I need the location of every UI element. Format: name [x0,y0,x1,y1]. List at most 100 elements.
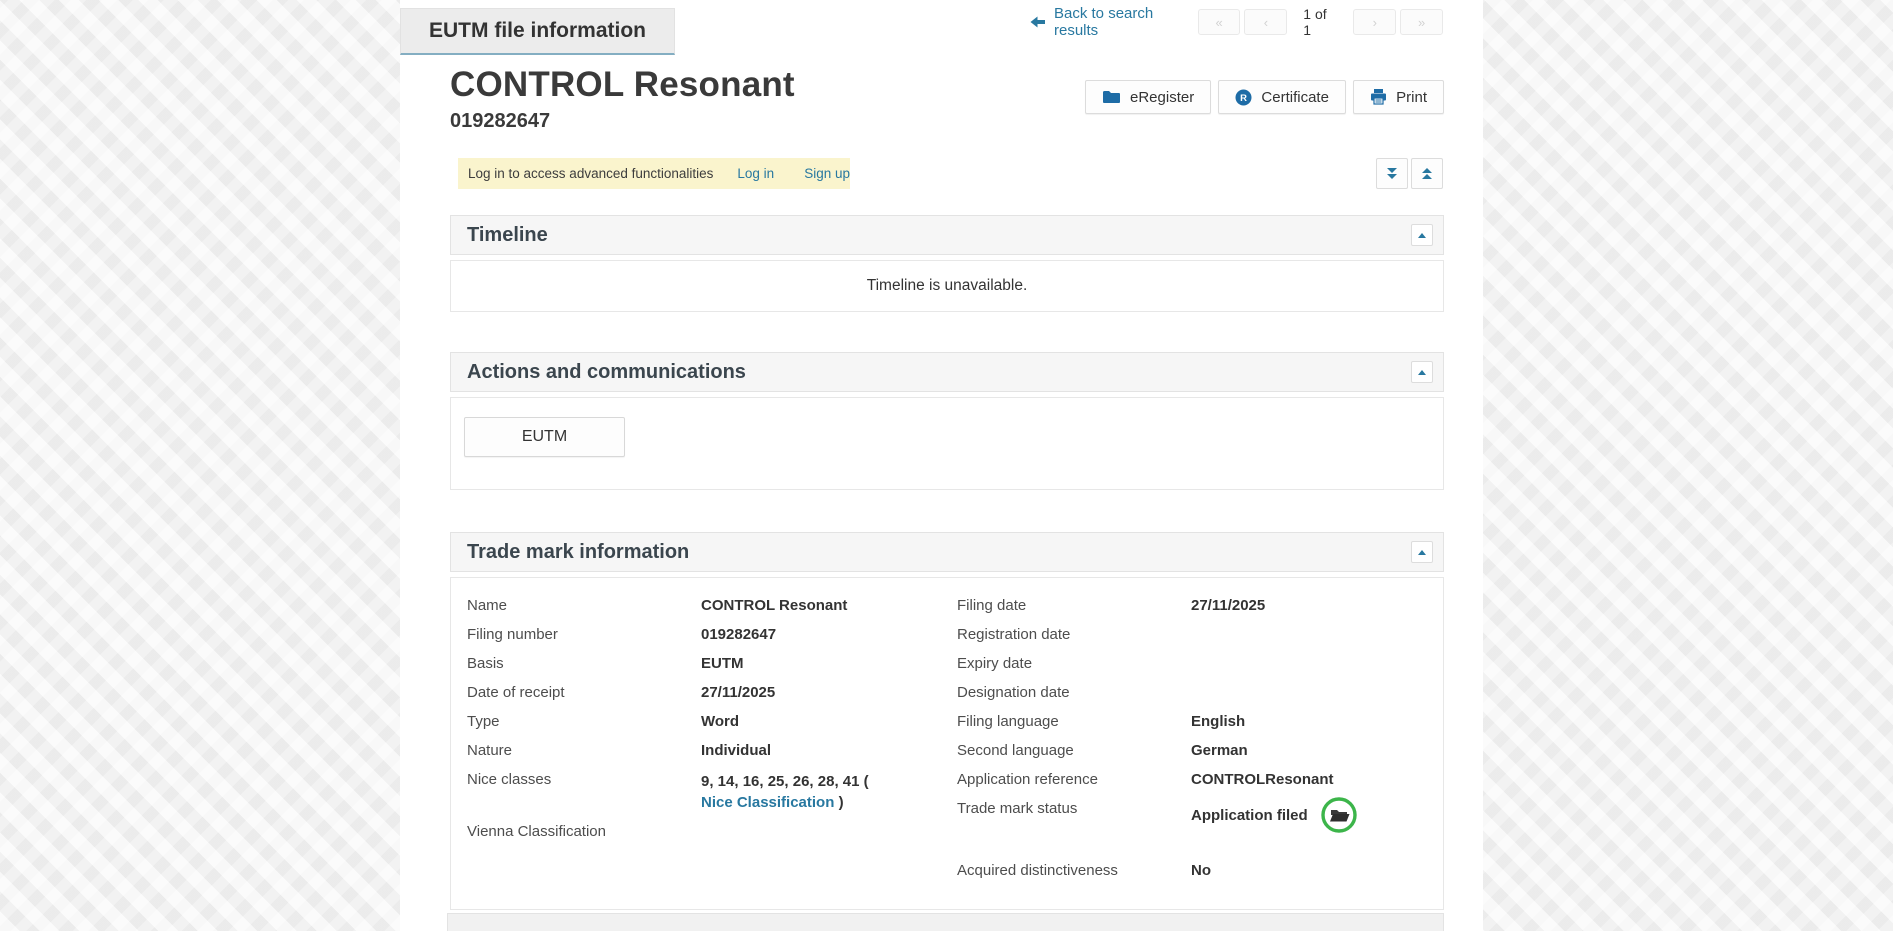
expand-collapse-controls [1376,158,1443,189]
field-row-type: Type Word [467,711,927,740]
field-label: Nature [467,740,701,759]
back-to-search-results-link[interactable]: Back to search results [1030,5,1198,39]
field-value: English [1191,711,1245,730]
field-row-name: Name CONTROL Resonant [467,595,927,624]
trademark-info-section-body: Name CONTROL Resonant Filing number 0192… [450,577,1444,910]
certificate-button[interactable]: R Certificate [1218,80,1346,114]
field-label: Second language [957,740,1191,759]
field-row-trademark-status: Trade mark status Application filed [957,798,1427,846]
field-value: 9, 14, 16, 25, 26, 28, 41 ( Nice Classif… [701,769,881,813]
field-value: CONTROLResonant [1191,769,1334,788]
trademark-title-block: CONTROL Resonant 019282647 [450,64,795,134]
field-value: 27/11/2025 [1191,595,1265,614]
timeline-section-header: Timeline [450,215,1444,255]
svg-text:R: R [1240,93,1247,104]
field-value: Word [701,711,739,730]
pager-page-label: 1 of 1 [1303,6,1337,38]
trademark-info-left-column: Name CONTROL Resonant Filing number 0192… [467,595,927,850]
pager-first-button[interactable]: « [1198,9,1241,35]
field-value: Application filed [1191,796,1358,834]
field-row-basis: Basis EUTM [467,653,927,682]
field-label: Name [467,595,701,614]
field-label: Registration date [957,624,1191,643]
field-label: Nice classes [467,769,701,788]
field-row-filing-language: Filing language English [957,711,1427,740]
pager-next-icon: › [1373,15,1377,30]
field-label: Acquired distinctiveness [957,860,1191,879]
field-row-second-language: Second language German [957,740,1427,769]
timeline-section-body: Timeline is unavailable. [450,260,1444,312]
filing-number-heading: 019282647 [450,108,795,134]
eregister-button[interactable]: eRegister [1085,80,1211,114]
field-row-designation-date: Designation date [957,682,1427,711]
nice-classification-link[interactable]: Nice Classification [701,794,834,811]
field-label: Date of receipt [467,682,701,701]
back-arrow-icon [1030,16,1045,28]
pager-prev-button[interactable]: ‹ [1244,9,1287,35]
timeline-collapse-button[interactable] [1411,224,1433,246]
back-link-label: Back to search results [1054,5,1198,39]
eregister-button-label: eRegister [1130,89,1194,106]
chevron-up-icon [1418,370,1426,375]
field-label: Expiry date [957,653,1191,672]
double-chevron-down-icon [1385,167,1399,181]
folder-icon [1102,90,1121,104]
login-link[interactable]: Log in [737,166,774,181]
trademark-status-text: Application filed [1191,807,1308,824]
field-label: Type [467,711,701,730]
trademark-info-section-title: Trade mark information [467,541,1411,564]
pager-last-icon: » [1418,15,1425,30]
field-row-date-of-receipt: Date of receipt 27/11/2025 [467,682,927,711]
expand-all-button[interactable] [1376,158,1408,189]
actions-section-header: Actions and communications [450,352,1444,392]
nice-classes-suffix: ) [839,794,844,811]
field-value: German [1191,740,1248,759]
field-row-nature: Nature Individual [467,740,927,769]
trademark-info-section: Trade mark information Name CONTROL Reso… [450,532,1444,910]
login-banner: Log in to access advanced functionalitie… [458,158,850,189]
trademark-info-right-column: Filing date 27/11/2025 Registration date… [957,595,1427,889]
registered-mark-icon: R [1235,89,1252,106]
actions-section-body: EUTM [450,397,1444,490]
collapse-all-button[interactable] [1411,158,1443,189]
chevron-up-icon [1418,550,1426,555]
field-label: Designation date [957,682,1191,701]
actions-collapse-button[interactable] [1411,361,1433,383]
print-button[interactable]: Print [1353,80,1444,114]
field-row-filing-date: Filing date 27/11/2025 [957,595,1427,624]
field-row-nice-classes: Nice classes 9, 14, 16, 25, 26, 28, 41 (… [467,769,927,813]
timeline-empty-message: Timeline is unavailable. [867,277,1028,295]
timeline-section-title: Timeline [467,224,1411,247]
field-value: Individual [701,740,771,759]
page-title: CONTROL Resonant [450,64,795,106]
tab-label: EUTM file information [429,19,646,43]
field-value: EUTM [701,653,744,672]
field-row-vienna-classification: Vienna Classification [467,821,927,850]
tab-eutm-file-information[interactable]: EUTM file information [400,8,675,55]
actions-section: Actions and communications EUTM [450,352,1444,490]
timeline-section: Timeline Timeline is unavailable. [450,215,1444,312]
pager-next-button[interactable]: › [1353,9,1396,35]
field-label: Basis [467,653,701,672]
field-label: Filing date [957,595,1191,614]
field-row-acquired-distinctiveness: Acquired distinctiveness No [957,860,1427,889]
field-row-registration-date: Registration date [957,624,1427,653]
field-label: Filing language [957,711,1191,730]
printer-icon [1370,89,1387,105]
field-value: 27/11/2025 [701,682,775,701]
chevron-up-icon [1418,233,1426,238]
trademark-info-section-header: Trade mark information [450,532,1444,572]
field-label: Vienna Classification [467,821,701,840]
signup-link[interactable]: Sign up [804,166,850,181]
next-section-header-cutoff [447,913,1444,931]
pager-last-button[interactable]: » [1400,9,1443,35]
trademark-info-collapse-button[interactable] [1411,541,1433,563]
actions-eutm-tab[interactable]: EUTM [464,417,625,457]
pager-first-icon: « [1215,15,1222,30]
double-chevron-up-icon [1420,167,1434,181]
result-pager: « ‹ 1 of 1 › » [1198,6,1443,38]
field-row-filing-number: Filing number 019282647 [467,624,927,653]
main-content-panel: EUTM file information Back to search res… [400,0,1483,931]
top-navigation-row: Back to search results « ‹ 1 of 1 › » [1030,8,1443,36]
pager-prev-icon: ‹ [1264,15,1268,30]
